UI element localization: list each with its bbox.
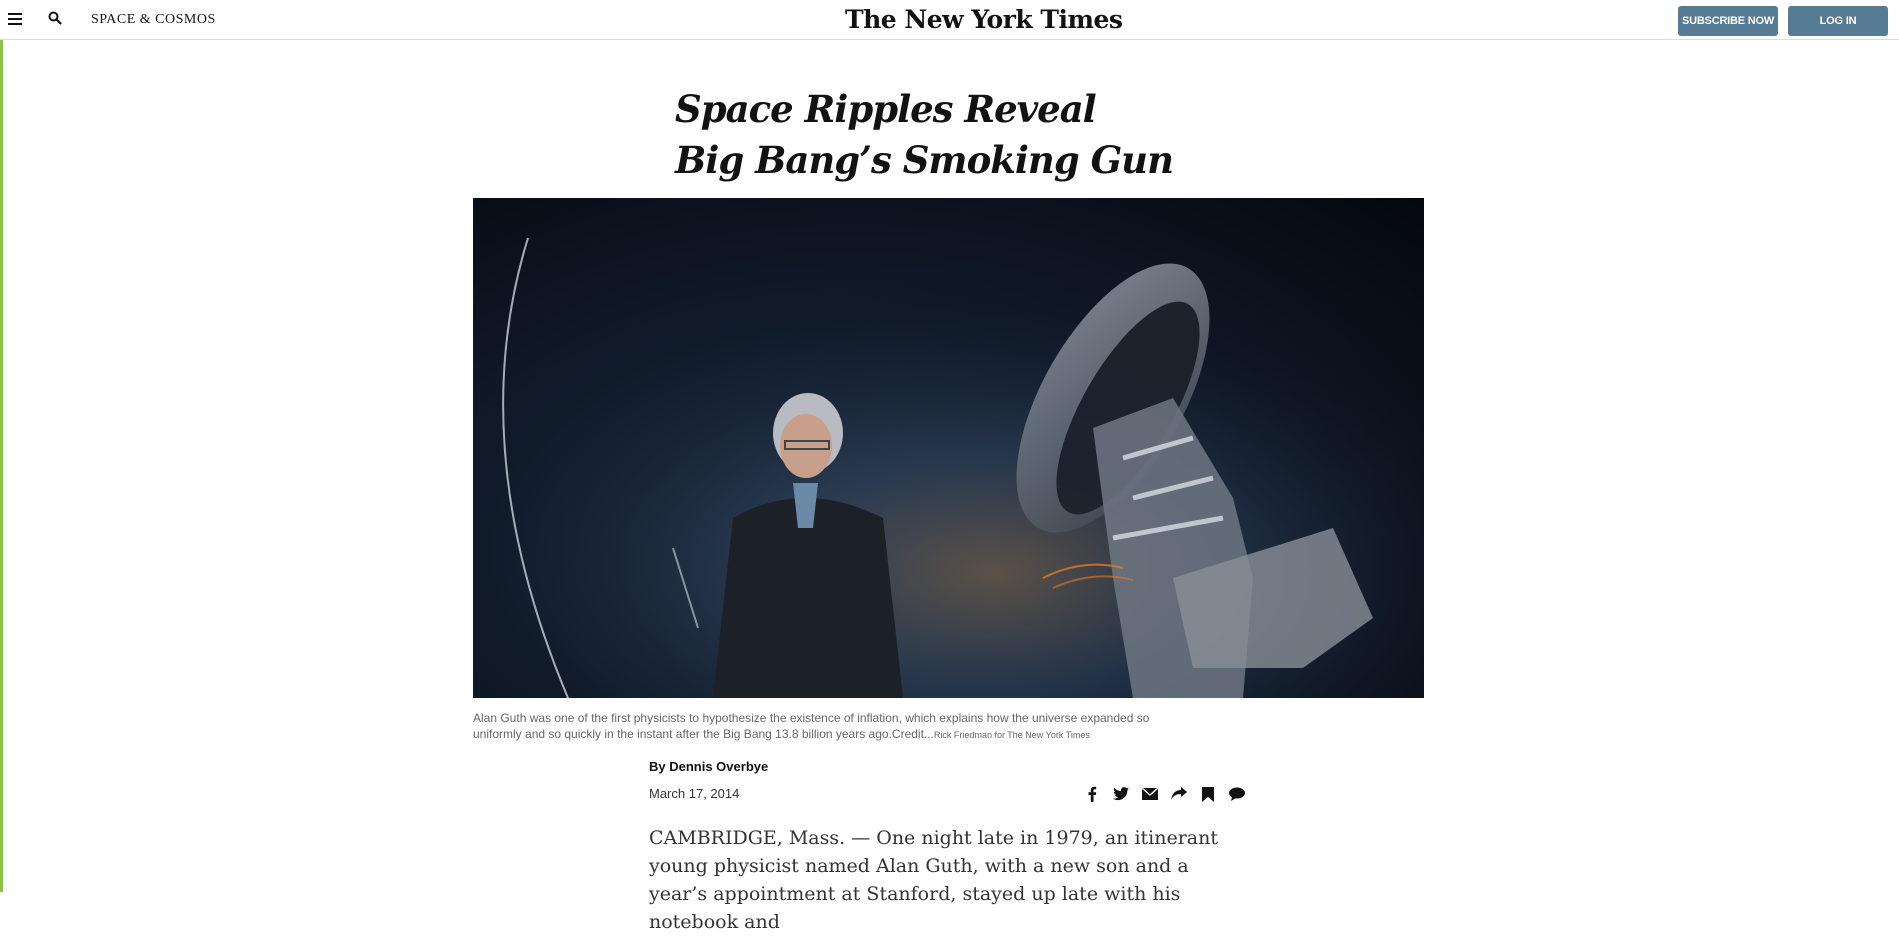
photo-credit: Rick Friedman for The New York Times <box>933 730 1090 740</box>
article-headline: Space Ripples Reveal Big Bang’s Smoking … <box>675 84 1174 186</box>
left-accent-rule <box>0 0 3 892</box>
facebook-icon[interactable] <box>1082 785 1101 804</box>
nyt-logo[interactable]: The New York Times <box>845 5 1123 34</box>
subscribe-button[interactable]: SUBSCRIBE NOW <box>1678 6 1778 36</box>
search-icon[interactable] <box>48 11 64 27</box>
photo-caption: Alan Guth was one of the first physicist… <box>473 710 1163 743</box>
share-icon[interactable] <box>1169 785 1188 804</box>
bookmark-icon[interactable] <box>1198 785 1217 804</box>
comment-icon[interactable] <box>1227 785 1246 804</box>
hamburger-icon[interactable] <box>8 13 22 25</box>
section-label[interactable]: SPACE & COSMOS <box>91 12 216 28</box>
share-tools <box>1082 784 1246 804</box>
twitter-icon[interactable] <box>1111 785 1130 804</box>
top-navigation-bar: SPACE & COSMOS The New York Times SUBSCR… <box>0 0 1899 40</box>
byline[interactable]: By Dennis Overbye <box>649 759 768 774</box>
login-button[interactable]: LOG IN <box>1788 6 1888 36</box>
article-body: CAMBRIDGE, Mass. — One night late in 197… <box>649 827 1218 933</box>
publish-date: March 17, 2014 <box>649 786 740 801</box>
email-icon[interactable] <box>1140 785 1159 804</box>
headline-line-2: Big Bang’s Smoking Gun <box>675 138 1174 182</box>
hero-photo <box>473 198 1424 698</box>
headline-line-1: Space Ripples Reveal <box>675 87 1097 131</box>
credit-label: Credit... <box>891 727 934 741</box>
